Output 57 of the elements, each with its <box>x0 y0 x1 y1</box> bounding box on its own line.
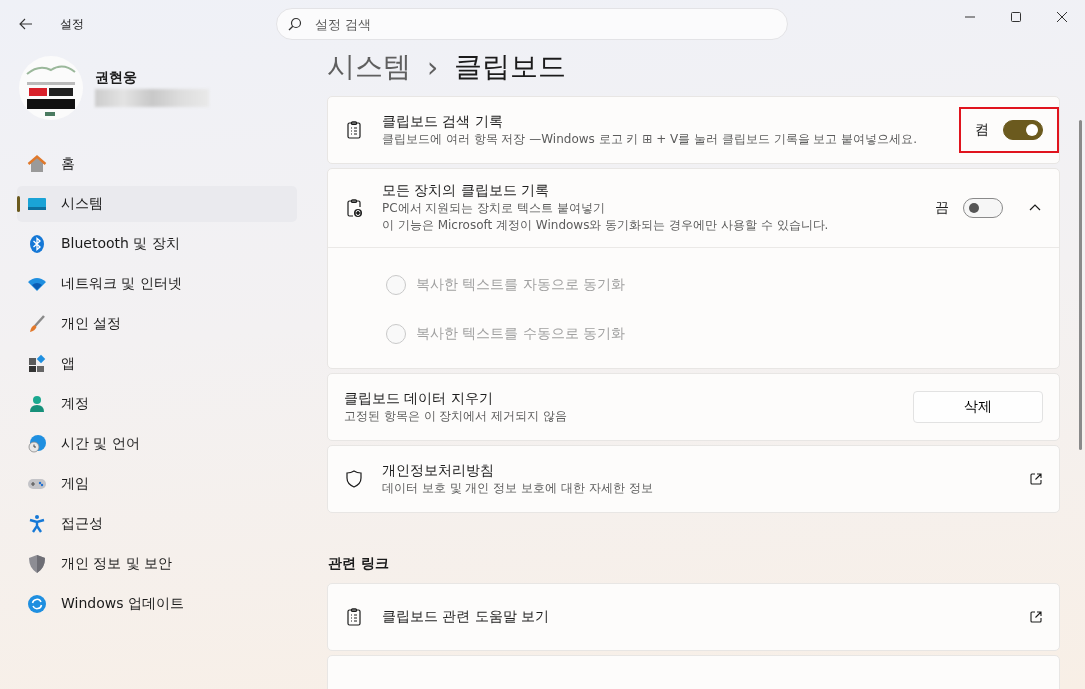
nav-item[interactable]: 홈 <box>17 146 297 182</box>
nav-item[interactable]: 개인 설정 <box>17 306 297 342</box>
clipboard-icon <box>344 607 364 627</box>
maximize-icon <box>1011 12 1021 22</box>
link-card[interactable]: 개인정보처리방침 데이터 보호 및 개인 정보 보호에 대한 자세한 정보 <box>327 445 1060 513</box>
radio-label: 복사한 텍스트를 수동으로 동기화 <box>416 324 626 343</box>
nav-item[interactable]: 네트워크 및 인터넷 <box>17 266 297 302</box>
person-icon <box>27 394 47 414</box>
accessibility-icon <box>27 514 47 534</box>
toggle-state-label: 켬 <box>975 121 989 139</box>
setting-title: 모든 장치의 클립보드 기록 <box>382 182 551 200</box>
toggle-state-label: 끔 <box>935 199 949 217</box>
apps-icon <box>27 354 47 374</box>
breadcrumb-parent[interactable]: 시스템 <box>327 48 411 86</box>
nav-item[interactable]: 앱 <box>17 346 297 382</box>
bluetooth-icon <box>27 234 47 254</box>
nav-item[interactable]: 접근성 <box>17 506 297 542</box>
setting-description: PC에서 지원되는 장치로 텍스트 붙여넣기 <box>382 200 606 217</box>
nav-item[interactable]: 시간 및 언어 <box>17 426 297 462</box>
nav-item[interactable]: Bluetooth 및 장치 <box>17 226 297 262</box>
user-name: 권현웅 <box>95 69 138 87</box>
radio-label: 복사한 텍스트를 자동으로 동기화 <box>416 275 626 294</box>
sync-icon <box>27 594 47 614</box>
page-title: 클립보드 <box>454 49 567 85</box>
setting-description: 클립보드에 여러 항목 저장 —Windows 로고 키 ⊞ + V를 눌러 클립보드 기록을 보고 붙여넣으세요. <box>382 130 919 148</box>
nav-item[interactable]: 게임 <box>17 466 297 502</box>
search-icon <box>288 17 302 31</box>
window-title: 설정 <box>60 15 85 33</box>
section-heading: 관련 링크 <box>328 555 390 573</box>
external-link-icon[interactable] <box>1029 610 1043 624</box>
setting-description: 이 기능은 Microsoft 계정이 Windows와 동기화되는 경우에만 사용할 수 있습니다. <box>382 217 830 234</box>
search-field[interactable]: 설정 검색 <box>276 8 788 40</box>
back-arrow-icon <box>18 16 34 32</box>
house-icon <box>27 154 47 174</box>
shield-icon <box>27 554 47 574</box>
setting-description: 데이터 보호 및 개인 정보 보호에 대한 자세한 정보 <box>382 479 654 497</box>
toggle-switch[interactable] <box>1003 120 1043 140</box>
setting-description: 고정된 항목은 이 장치에서 제거되지 않음 <box>344 407 569 425</box>
breadcrumb-separator: › <box>427 50 439 84</box>
delete-button[interactable]: 삭제 <box>913 391 1043 423</box>
brush-icon <box>27 314 47 334</box>
external-link-icon[interactable] <box>1029 472 1043 486</box>
shield-icon <box>344 469 364 489</box>
toggle-switch[interactable] <box>963 198 1003 218</box>
clipboard-sync-icon <box>344 198 364 218</box>
setting-title: 클립보드 검색 기록 <box>382 112 504 131</box>
link-card[interactable]: 클립보드 관련 도움말 보기 <box>327 583 1060 651</box>
globe-clock-icon <box>27 434 47 454</box>
setting-title: 개인정보처리방침 <box>382 461 495 480</box>
close-icon <box>1057 12 1067 22</box>
link-title: 클립보드 관련 도움말 보기 <box>382 608 551 626</box>
clipboard-icon <box>344 120 364 140</box>
setting-title: 클립보드 데이터 지우기 <box>344 389 494 408</box>
nav-item[interactable]: 개인 정보 및 보안 <box>17 546 297 582</box>
nav-item[interactable]: 시스템 <box>17 186 297 222</box>
nav-item[interactable]: Windows 업데이트 <box>17 586 297 622</box>
nav-item[interactable]: 계정 <box>17 386 297 422</box>
